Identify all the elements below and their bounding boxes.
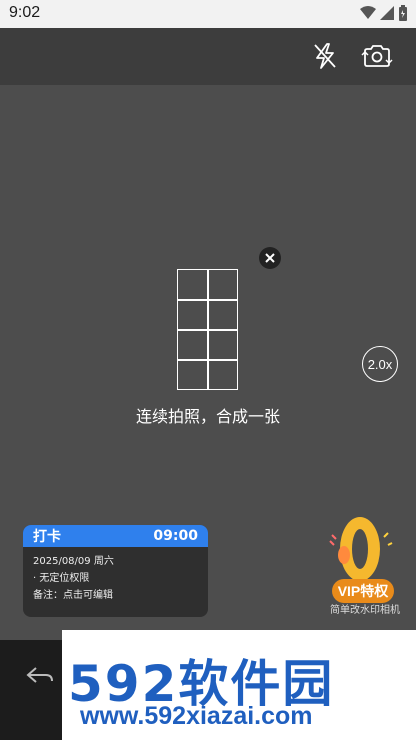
checkin-watermark-card[interactable]: 打卡 09:00 2025/08/09 周六 · 无定位权限 备注：点击可编辑 bbox=[23, 525, 208, 617]
card-date: 2025/08/09 周六 bbox=[33, 556, 114, 567]
card-body: 2025/08/09 周六 · 无定位权限 备注：点击可编辑 bbox=[23, 547, 208, 610]
camera-toolbar bbox=[0, 28, 416, 85]
card-location: · 无定位权限 bbox=[33, 573, 90, 584]
flash-off-icon bbox=[314, 43, 336, 69]
vip-subtitle: 简单改水印相机 bbox=[330, 605, 400, 616]
status-bar: 9:02 bbox=[0, 0, 416, 28]
collage-grid[interactable] bbox=[177, 269, 238, 390]
card-note[interactable]: 备注：点击可编辑 bbox=[33, 587, 198, 604]
camera-switch-icon bbox=[361, 45, 393, 67]
zoom-button[interactable]: 2.0x bbox=[362, 346, 398, 382]
wifi-icon bbox=[360, 6, 376, 19]
status-icons bbox=[360, 5, 408, 21]
battery-icon bbox=[399, 5, 407, 21]
close-button[interactable] bbox=[259, 247, 281, 269]
vip-zero-mascot-icon bbox=[329, 517, 393, 581]
watermark-url: www.592xiazai.com bbox=[80, 702, 313, 730]
card-time: 09:00 bbox=[153, 528, 198, 544]
camera-switch-button[interactable] bbox=[357, 36, 397, 76]
vip-promo[interactable]: VIP特权 简单改水印相机 bbox=[322, 515, 408, 616]
card-header: 打卡 09:00 bbox=[23, 525, 208, 547]
back-button[interactable] bbox=[20, 660, 60, 690]
vip-badge: VIP特权 bbox=[332, 579, 394, 603]
collage-hint: 连续拍照，合成一张 bbox=[135, 407, 280, 426]
back-arrow-icon bbox=[26, 667, 53, 683]
signal-icon bbox=[380, 6, 394, 20]
close-icon bbox=[265, 253, 275, 263]
status-time: 9:02 bbox=[9, 4, 41, 21]
site-watermark: 592软件园 www.592xiazai.com bbox=[62, 630, 416, 740]
flash-off-button[interactable] bbox=[305, 36, 345, 76]
card-title: 打卡 bbox=[33, 529, 61, 545]
